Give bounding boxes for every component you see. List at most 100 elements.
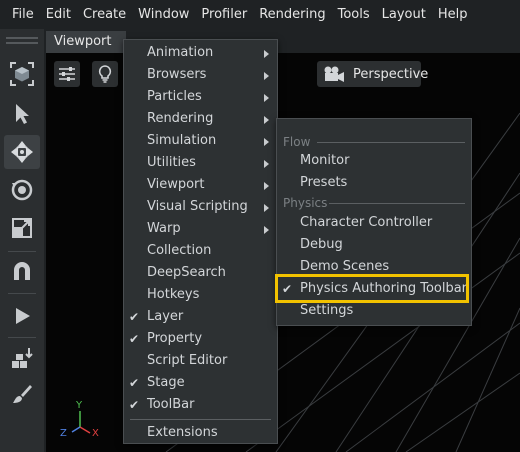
menu-item-label: Debug [300,237,343,252]
axis-y-label: Y [76,400,83,411]
menu-item-label: Browsers [147,67,207,82]
window-menu-item-visual-scripting[interactable]: Visual Scripting [124,196,277,218]
menu-help[interactable]: Help [432,0,474,29]
simulation-menu-item-presets[interactable]: Presets [277,172,471,194]
checkmark-icon: ✔ [129,398,140,412]
window-menu-item-stage[interactable]: ✔ Stage [124,372,277,394]
menu-item-label: Extensions [147,425,218,440]
section-divider [329,203,465,204]
menu-item-label: Script Editor [147,353,228,368]
submenu-arrow-icon [264,204,269,212]
left-toolbar [0,29,44,452]
simulation-menu-item-monitor[interactable]: Monitor [277,150,471,172]
submenu-arrow-icon [264,138,269,146]
axis-z-label: Z [60,428,67,439]
checkmark-icon: ✔ [129,310,140,324]
menu-bar: File Edit Create Window Profiler Renderi… [0,0,520,29]
select-mode-icon[interactable] [4,57,40,91]
flow-section-header: Flow [283,135,311,149]
submenu-arrow-icon [264,94,269,102]
rotate-icon[interactable] [4,173,40,207]
toolbar-divider [8,337,36,338]
toolbar-divider [8,293,36,294]
menu-item-label: Particles [147,89,202,104]
play-icon[interactable] [4,299,40,333]
simulation-menu-item-debug[interactable]: Debug [277,234,471,256]
checkmark-icon: ✔ [129,332,140,346]
window-menu-item-collection[interactable]: Collection [124,240,277,262]
menu-tools[interactable]: Tools [332,0,376,29]
menu-item-label: Utilities [147,155,196,170]
menu-item-label: Hotkeys [147,287,200,302]
window-menu-item-extensions[interactable]: Extensions [124,422,277,444]
toolbar-grip[interactable] [6,37,38,39]
simulation-submenu: Flow Monitor Presets Physics Character Contr… [275,118,472,326]
menu-item-label: Character Controller [300,215,433,230]
menu-item-label: DeepSearch [147,265,226,280]
window-menu-item-script-editor[interactable]: Script Editor [124,350,277,372]
window-menu-item-utilities[interactable]: Utilities [124,152,277,174]
axis-x-label: X [92,428,99,439]
menu-item-label: Viewport [147,177,205,192]
menu-rendering[interactable]: Rendering [253,0,331,29]
paint-icon[interactable] [4,377,40,411]
window-menu-item-viewport[interactable]: Viewport [124,174,277,196]
simulation-menu-item-settings[interactable]: Settings [277,300,471,322]
move-icon[interactable] [4,135,40,169]
window-menu-item-deepsearch[interactable]: DeepSearch [124,262,277,284]
menu-layout[interactable]: Layout [376,0,432,29]
menu-create[interactable]: Create [77,0,132,29]
toolbar-grip-line [6,42,38,44]
physics-section-header: Physics [283,196,328,210]
menu-file[interactable]: File [6,0,40,29]
viewport-tab[interactable]: Viewport [46,31,126,53]
camera-dropdown[interactable]: Perspective [317,61,428,87]
camera-icon [323,65,345,83]
menu-item-label: Visual Scripting [147,199,248,214]
settings-sliders-icon[interactable] [54,61,80,87]
window-menu-item-simulation[interactable]: Simulation [124,130,277,152]
window-menu-item-warp[interactable]: Warp [124,218,277,240]
window-menu-item-toolbar[interactable]: ✔ ToolBar [124,394,277,416]
menu-separator [130,419,271,420]
axis-gizmo [71,411,91,434]
menu-profiler[interactable]: Profiler [195,0,253,29]
lightbulb-icon[interactable] [92,61,118,87]
camera-label: Perspective [353,66,429,82]
window-menu-item-hotkeys[interactable]: Hotkeys [124,284,277,306]
menu-item-label: Presets [300,175,348,190]
menu-item-label: Collection [147,243,212,258]
window-menu-item-rendering[interactable]: Rendering [124,108,277,130]
simulation-menu-item-character-controller[interactable]: Character Controller [277,212,471,234]
menu-item-label: Settings [300,303,354,318]
submenu-arrow-icon [264,160,269,168]
submenu-arrow-icon [264,72,269,80]
submenu-arrow-icon [264,182,269,190]
window-menu-item-particles[interactable]: Particles [124,86,277,108]
window-menu: Animation Browsers Particles Rendering Simul… [123,39,278,444]
window-menu-item-property[interactable]: ✔ Property [124,328,277,350]
physics-icon[interactable] [4,341,40,375]
window-menu-item-browsers[interactable]: Browsers [124,64,277,86]
pointer-icon[interactable] [4,97,40,131]
menu-item-label: Property [147,331,203,346]
highlight-annotation-box [275,274,469,303]
window-menu-item-layer[interactable]: ✔ Layer [124,306,277,328]
menu-item-label: Rendering [147,111,214,126]
scale-icon[interactable] [4,211,40,245]
menu-item-label: Stage [147,375,185,390]
submenu-arrow-icon [264,226,269,234]
menu-item-label: Simulation [147,133,217,148]
menu-item-label: Monitor [300,153,350,168]
menu-edit[interactable]: Edit [40,0,77,29]
menu-item-label: Animation [147,45,214,60]
toolbar-divider [8,251,36,252]
menu-item-label: Layer [147,309,184,324]
menu-item-label: Warp [147,221,181,236]
submenu-arrow-icon [264,116,269,124]
menu-item-label: ToolBar [147,397,195,412]
menu-window[interactable]: Window [132,0,195,29]
snap-icon[interactable] [4,255,40,289]
section-divider [317,142,465,143]
window-menu-item-animation[interactable]: Animation [124,42,277,64]
